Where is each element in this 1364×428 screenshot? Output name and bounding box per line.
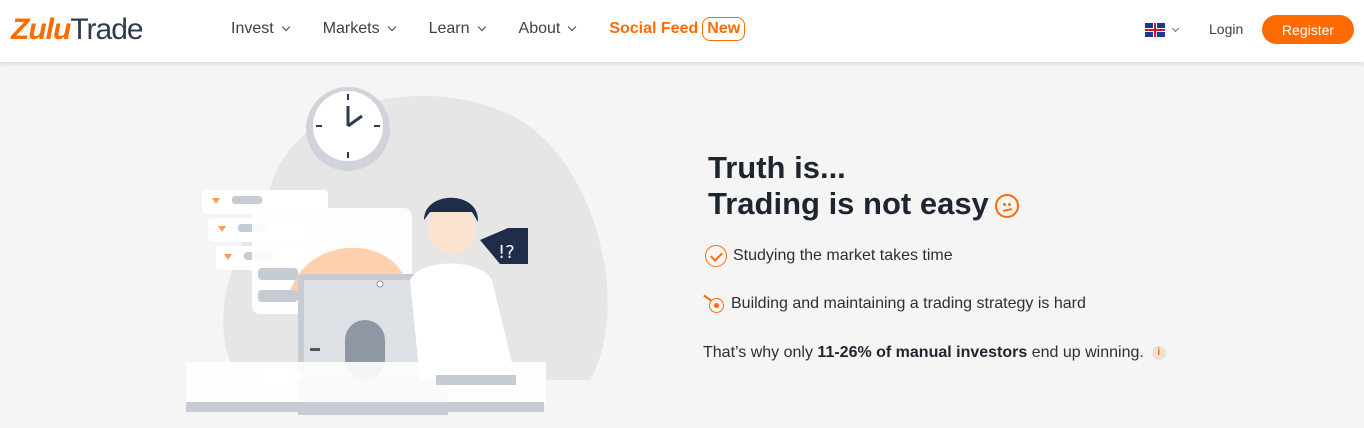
social-feed-label: Social Feed [609,20,699,37]
point-strategy-text: Building and maintaining a trading strat… [731,295,1086,312]
register-button[interactable]: Register [1262,15,1354,44]
svg-text:!?: !? [498,242,515,263]
target-icon [703,293,725,315]
nav-learn-label: Learn [428,20,470,37]
main-nav: Invest Markets Learn About Social Feed Ne… [231,17,779,41]
uk-flag-icon[interactable] [1145,23,1165,37]
chevron-down-icon [477,22,486,32]
why-bold: 11-26% of manual investors [817,344,1028,361]
point-strategy: Building and maintaining a trading strat… [703,293,1086,315]
zulutrade-logo[interactable]: Zulu Trade [11,13,144,47]
new-badge: New [702,17,746,41]
point-study: Studying the market takes time [705,245,953,267]
hero-title-line2-text: Trading is not easy [708,186,989,221]
nav-invest-label: Invest [231,20,274,37]
nav-social-feed[interactable]: Social Feed New [609,17,746,41]
logo-part-trade: Trade [70,13,143,46]
hero-title-line1: Truth is... [708,150,846,185]
nav-about-label: About [518,20,561,37]
nav-markets[interactable]: Markets [322,17,396,41]
point-study-text: Studying the market takes time [733,247,953,264]
hero-title: Truth is... Trading is not easy [708,150,1019,222]
sad-face-icon [994,193,1019,218]
why-prefix: That’s why only [703,344,818,361]
trader-illustration: !? [186,87,608,415]
login-link[interactable]: Login [1209,21,1243,37]
chevron-down-icon [281,22,290,32]
language-chevron-icon[interactable] [1171,24,1180,33]
info-icon[interactable]: i [1151,345,1166,360]
why-suffix: end up winning. [1027,344,1144,361]
chevron-down-icon [387,22,396,32]
top-header: Zulu Trade Invest Markets Learn About Soc… [0,0,1364,62]
logo-part-zulu: Zulu [11,13,71,46]
nav-invest[interactable]: Invest [231,17,290,41]
hero-title-line2: Trading is not easy [708,186,1019,222]
winning-stat: That’s why only 11-26% of manual investo… [703,344,1166,362]
person-head [428,206,476,254]
check-circle-icon [705,245,727,267]
nav-learn[interactable]: Learn [428,17,486,41]
chevron-down-icon [568,22,577,32]
nav-markets-label: Markets [322,20,380,37]
nav-about[interactable]: About [518,17,577,41]
